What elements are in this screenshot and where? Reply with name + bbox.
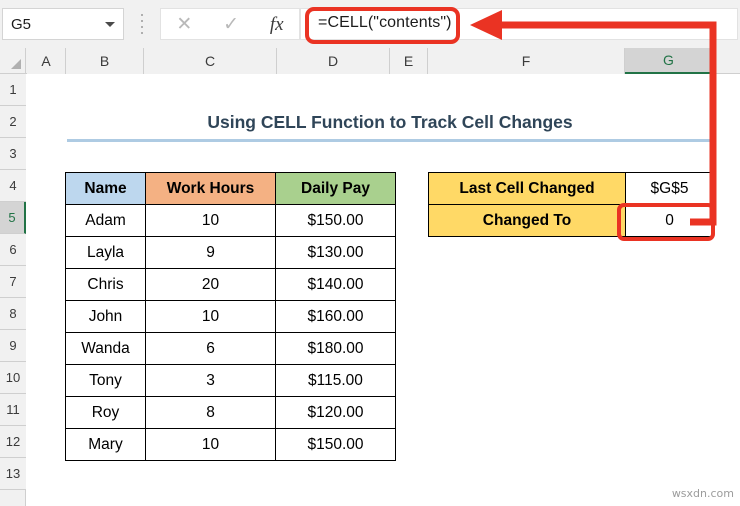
- name-box-value: G5: [11, 15, 32, 33]
- column-header-row: A B C D E F G: [0, 48, 740, 74]
- column-header-name: Name: [65, 172, 146, 205]
- row-header-4[interactable]: 4: [0, 170, 26, 202]
- close-icon[interactable]: ✕: [176, 15, 192, 34]
- row-header-12[interactable]: 12: [0, 426, 26, 458]
- info-row-last-cell-changed[interactable]: Last Cell Changed $G$5: [428, 172, 714, 205]
- row-header-13[interactable]: 13: [0, 458, 26, 490]
- table-header-row: Name Work Hours Daily Pay: [65, 172, 396, 205]
- table-row[interactable]: Adam 10 $150.00: [65, 204, 396, 237]
- row-header-7[interactable]: 7: [0, 266, 26, 298]
- row-header-2[interactable]: 2: [0, 106, 26, 138]
- table-row[interactable]: John 10 $160.00: [65, 300, 396, 333]
- cell-hours[interactable]: 10: [145, 204, 276, 237]
- changed-to-highlight-box: [617, 203, 715, 241]
- row-header-10[interactable]: 10: [0, 362, 26, 394]
- cell-hours[interactable]: 8: [145, 396, 276, 429]
- label-changed-to: Changed To: [428, 204, 626, 237]
- table-row[interactable]: Layla 9 $130.00: [65, 236, 396, 269]
- column-header-b[interactable]: B: [66, 48, 144, 74]
- row-header-1[interactable]: 1: [0, 74, 26, 106]
- column-header-daily-pay: Daily Pay: [275, 172, 396, 205]
- cell-pay[interactable]: $140.00: [275, 268, 396, 301]
- table-row[interactable]: Chris 20 $140.00: [65, 268, 396, 301]
- name-box[interactable]: G5: [2, 8, 124, 40]
- toolbar-separator-dots: [140, 14, 144, 34]
- cell-hours[interactable]: 10: [145, 428, 276, 461]
- column-header-work-hours: Work Hours: [145, 172, 276, 205]
- title-underline: [67, 139, 713, 142]
- cell-pay[interactable]: $115.00: [275, 364, 396, 397]
- label-last-cell-changed: Last Cell Changed: [428, 172, 626, 205]
- formula-bar-buttons: ✕ ✓ fx: [160, 8, 300, 40]
- column-header-d[interactable]: D: [277, 48, 390, 74]
- excel-worksheet-screenshot: G5 ✕ ✓ fx =CELL("contents") A B C D E F …: [0, 0, 740, 506]
- cell-name[interactable]: Layla: [65, 236, 146, 269]
- cell-hours[interactable]: 3: [145, 364, 276, 397]
- cell-name[interactable]: Wanda: [65, 332, 146, 365]
- column-header-f[interactable]: F: [428, 48, 625, 74]
- column-header-e[interactable]: E: [390, 48, 428, 74]
- cell-pay[interactable]: $180.00: [275, 332, 396, 365]
- cell-hours[interactable]: 20: [145, 268, 276, 301]
- cell-pay[interactable]: $150.00: [275, 428, 396, 461]
- select-all-triangle-icon: [11, 59, 21, 69]
- row-header-11[interactable]: 11: [0, 394, 26, 426]
- table-row[interactable]: Wanda 6 $180.00: [65, 332, 396, 365]
- formula-highlight-box: [305, 7, 460, 44]
- row-header-column: 1 2 3 4 5 6 7 8 9 10 11 12 13: [0, 74, 26, 506]
- table-row[interactable]: Tony 3 $115.00: [65, 364, 396, 397]
- cell-hours[interactable]: 9: [145, 236, 276, 269]
- cell-hours[interactable]: 6: [145, 332, 276, 365]
- row-header-6[interactable]: 6: [0, 234, 26, 266]
- cell-pay[interactable]: $120.00: [275, 396, 396, 429]
- employee-pay-table: Name Work Hours Daily Pay Adam 10 $150.0…: [65, 172, 396, 461]
- value-last-cell-changed[interactable]: $G$5: [625, 172, 714, 205]
- cell-name[interactable]: Mary: [65, 428, 146, 461]
- cell-name[interactable]: Roy: [65, 396, 146, 429]
- formula-bar-strip: G5 ✕ ✓ fx =CELL("contents"): [0, 0, 740, 48]
- cell-pay[interactable]: $150.00: [275, 204, 396, 237]
- row-header-5[interactable]: 5: [0, 202, 26, 234]
- cell-name[interactable]: Chris: [65, 268, 146, 301]
- page-title: Using CELL Function to Track Cell Change…: [207, 111, 573, 132]
- column-header-c[interactable]: C: [144, 48, 277, 74]
- chevron-down-icon[interactable]: [105, 21, 115, 27]
- column-header-g[interactable]: G: [625, 48, 713, 74]
- row-header-9[interactable]: 9: [0, 330, 26, 362]
- row-header-8[interactable]: 8: [0, 298, 26, 330]
- row-header-3[interactable]: 3: [0, 138, 26, 170]
- column-header-a[interactable]: A: [27, 48, 66, 74]
- watermark: wsxdn.com: [671, 487, 734, 500]
- table-row[interactable]: Mary 10 $150.00: [65, 428, 396, 461]
- cell-pay[interactable]: $160.00: [275, 300, 396, 333]
- cell-name[interactable]: Adam: [65, 204, 146, 237]
- check-icon[interactable]: ✓: [223, 15, 239, 34]
- fx-icon[interactable]: fx: [270, 15, 284, 34]
- cell-name[interactable]: Tony: [65, 364, 146, 397]
- cell-hours[interactable]: 10: [145, 300, 276, 333]
- select-all-corner[interactable]: [0, 48, 26, 74]
- cell-name[interactable]: John: [65, 300, 146, 333]
- cell-pay[interactable]: $130.00: [275, 236, 396, 269]
- table-row[interactable]: Roy 8 $120.00: [65, 396, 396, 429]
